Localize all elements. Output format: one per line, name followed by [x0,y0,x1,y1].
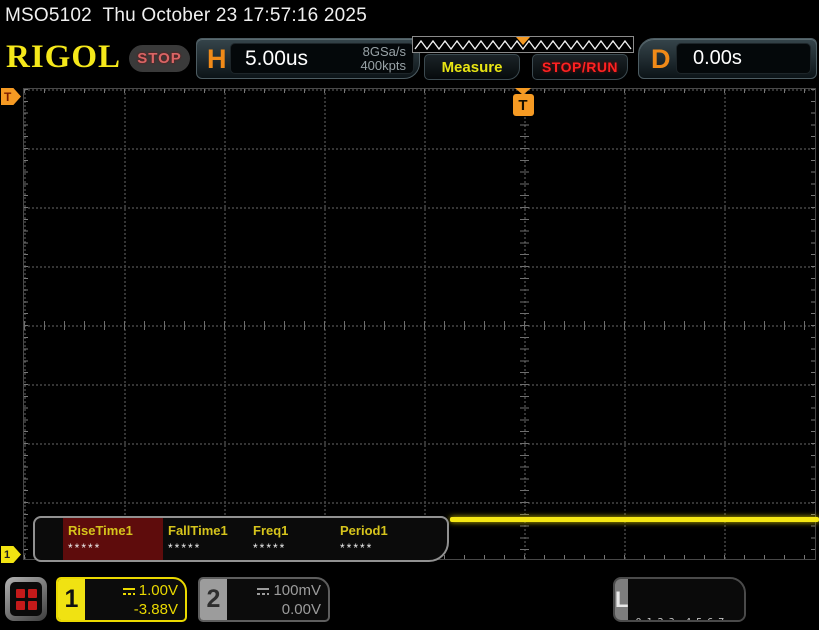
waveform-preview-strip[interactable] [412,36,634,53]
channel1-ground-marker[interactable]: 1 [1,546,21,563]
channel1-ground-label: 1 [4,549,10,561]
sample-rate-readout: 8GSa/s 400kpts [360,45,413,73]
channel1-readout: 1.00V -3.88V [85,579,185,620]
measurement-risetime[interactable]: RiseTime1 ***** [63,518,163,560]
top-edge-ticks [24,89,815,93]
logic-analyzer-label: L [615,579,628,620]
memory-depth: 400kpts [360,59,406,73]
measure-button[interactable]: Measure [424,54,520,80]
measurement-label: RiseTime1 [63,523,163,538]
model-datetime: MSO5102 Thu October 23 17:57:16 2025 [5,5,367,27]
measurement-value: ***** [335,541,435,555]
channel1-offset: -3.88V [85,600,178,619]
delay-readout: 0.00s [676,43,811,74]
channel1-number: 1 [58,579,85,620]
logic-analyzer-block[interactable]: L 0 1 2 3 4 5 6 7 8 9 10 11 12 13 14 15 [613,577,746,622]
sample-rate: 8GSa/s [360,45,406,59]
delay-panel[interactable]: D 0.00s [638,38,817,79]
measurement-label: FallTime1 [163,523,248,538]
channel1-scale: 1.00V [139,582,178,599]
trigger-position-label: T [513,94,534,116]
trigger-position-marker[interactable]: T [512,88,534,116]
channel2-scale: 100mV [273,582,321,599]
measurement-label: Freq1 [248,523,335,538]
oscilloscope-screen: MSO5102 Thu October 23 17:57:16 2025 RIG… [0,0,819,630]
channel1-trace [450,517,819,522]
dc-coupling-icon [122,587,136,596]
measurement-falltime[interactable]: FallTime1 ***** [163,518,248,560]
channel1-status-block[interactable]: 1 1.00V -3.88V [56,577,187,622]
timebase-readout: 5.00us 8GSa/s 400kpts [230,43,414,74]
vertical-center-axis [520,89,529,559]
horizontal-timebase-panel[interactable]: H 5.00us 8GSa/s 400kpts [196,38,420,79]
delay-value: 0.00s [677,47,742,70]
preview-trigger-position-icon[interactable] [516,37,530,45]
measurement-value: ***** [163,541,248,555]
stop-run-button[interactable]: STOP/RUN [532,54,628,80]
trigger-level-label: T [4,90,11,104]
logic-channels-row1: 0 1 2 3 4 5 6 7 [635,615,746,622]
horizontal-center-axis [24,321,815,330]
channel2-number: 2 [200,579,227,620]
menu-button[interactable] [5,577,47,621]
measurement-value: ***** [248,541,335,555]
graticule [23,88,816,560]
measurement-freq[interactable]: Freq1 ***** [248,518,335,560]
rigol-logo: RIGOL [6,39,121,76]
dc-coupling-icon [256,587,270,596]
logic-channel-list: 0 1 2 3 4 5 6 7 8 9 10 11 12 13 14 15 [628,579,746,620]
measurement-period[interactable]: Period1 ***** [335,518,435,560]
channel2-status-block[interactable]: 2 100mV 0.00V [198,577,330,622]
delay-icon: D [651,39,671,80]
acquisition-status-badge: STOP [129,45,190,72]
measurement-panel: RiseTime1 ***** FallTime1 ***** Freq1 **… [33,516,449,562]
timebase-value: 5.00us [231,47,360,71]
channel2-readout: 100mV 0.00V [227,579,328,620]
grid-menu-icon [10,582,42,616]
horizontal-icon: H [207,39,227,80]
channel2-offset: 0.00V [227,600,321,619]
measurement-label: Period1 [335,523,435,538]
measurement-value: ***** [63,541,163,555]
trigger-level-marker[interactable]: T [1,88,21,105]
